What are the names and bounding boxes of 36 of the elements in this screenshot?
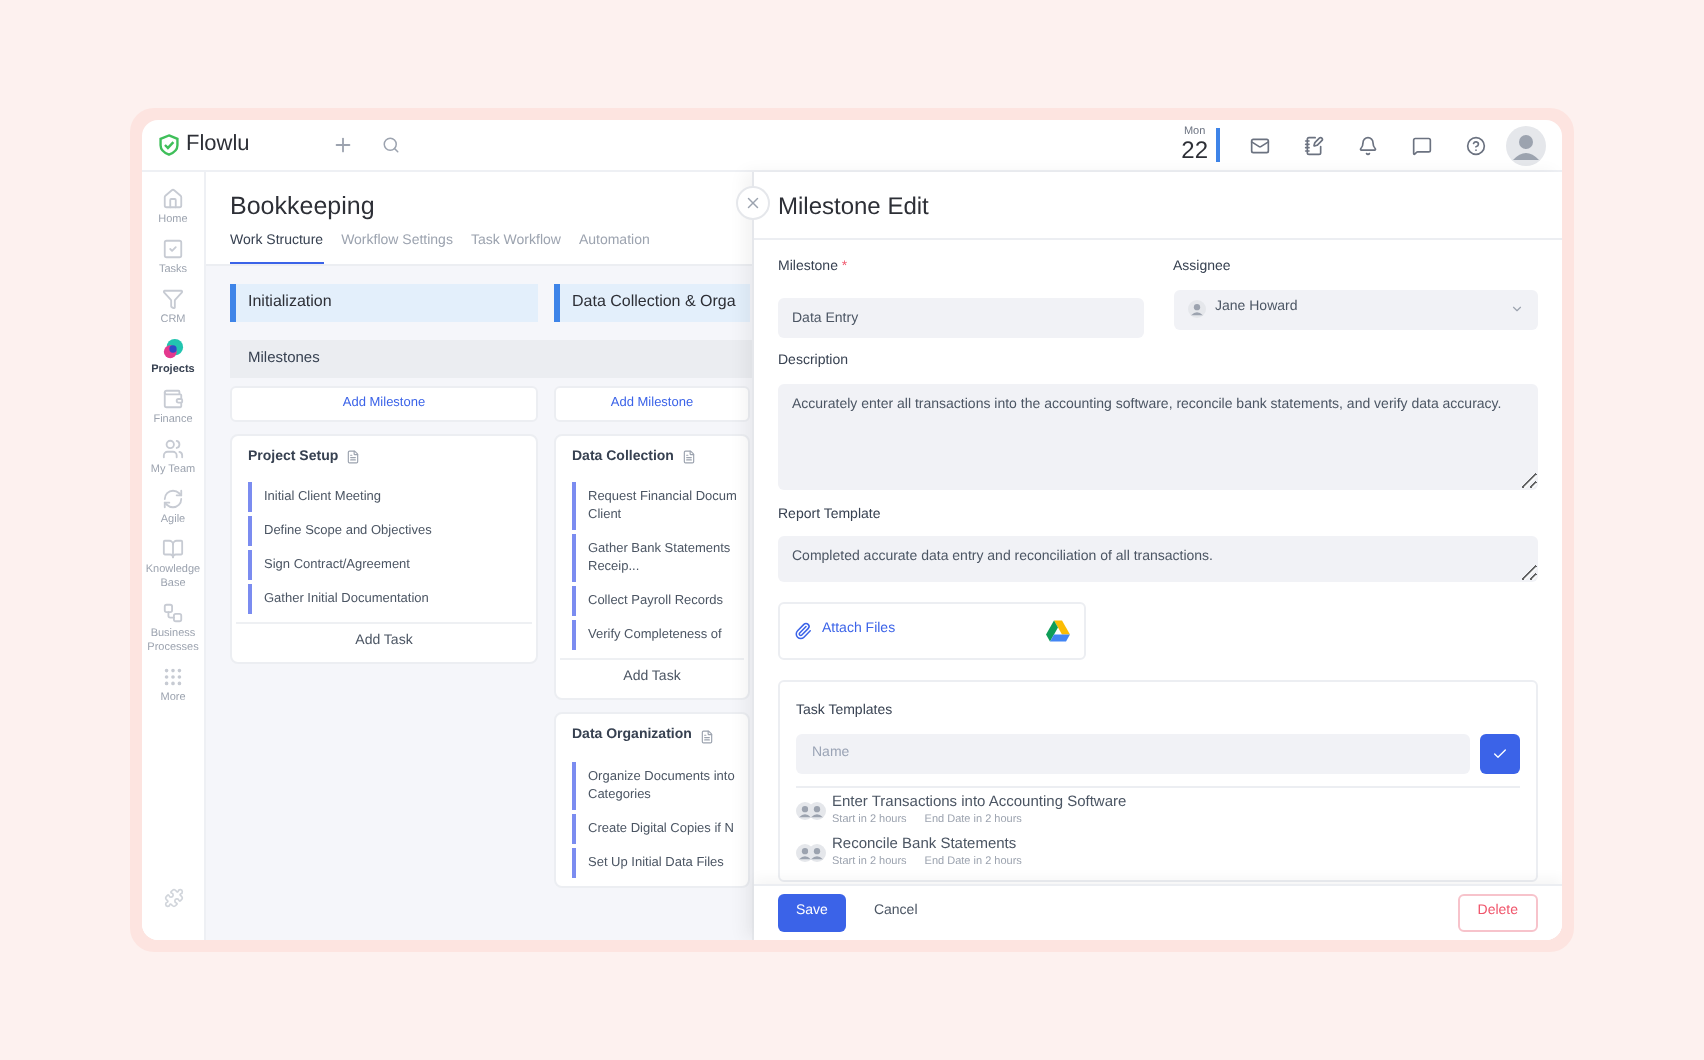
document-icon bbox=[346, 450, 361, 465]
module-icon bbox=[162, 238, 184, 260]
module-icon bbox=[162, 538, 184, 560]
notes-icon[interactable] bbox=[1304, 135, 1324, 155]
bell-icon[interactable] bbox=[1358, 135, 1378, 155]
module-icon bbox=[162, 488, 184, 510]
module-icon bbox=[162, 602, 184, 624]
module-icon bbox=[162, 666, 184, 688]
chat-icon[interactable] bbox=[1412, 135, 1432, 155]
confirm-button[interactable] bbox=[1480, 733, 1520, 773]
stage-header: Data Collection & Orga bbox=[554, 283, 750, 321]
module-icon bbox=[162, 288, 184, 310]
search-icon[interactable] bbox=[381, 136, 400, 154]
chevron-down-icon bbox=[1510, 302, 1524, 316]
board-title: Bookkeeping bbox=[230, 190, 377, 222]
check-icon bbox=[1492, 745, 1508, 761]
document-icon bbox=[681, 450, 696, 465]
puzzle-icon bbox=[163, 888, 183, 908]
document-icon bbox=[699, 729, 714, 744]
module-icon bbox=[162, 388, 184, 410]
module-icon bbox=[162, 188, 184, 210]
logo-text: Flowlu bbox=[186, 130, 250, 161]
projects-icon bbox=[162, 338, 184, 360]
avatar-icon bbox=[808, 801, 826, 819]
logo-icon bbox=[158, 134, 180, 156]
avatar-icon bbox=[808, 843, 826, 861]
module-icon bbox=[162, 438, 184, 460]
stage-header: Initialization bbox=[230, 283, 538, 321]
close-icon bbox=[744, 194, 762, 212]
mail-icon[interactable] bbox=[1250, 135, 1270, 155]
avatar-icon bbox=[1187, 300, 1205, 318]
help-icon[interactable] bbox=[1466, 135, 1486, 155]
add-icon[interactable] bbox=[331, 134, 354, 156]
user-avatar bbox=[1506, 125, 1546, 165]
cloud-drive-icon[interactable] bbox=[1046, 620, 1070, 642]
paperclip-icon bbox=[794, 622, 812, 640]
